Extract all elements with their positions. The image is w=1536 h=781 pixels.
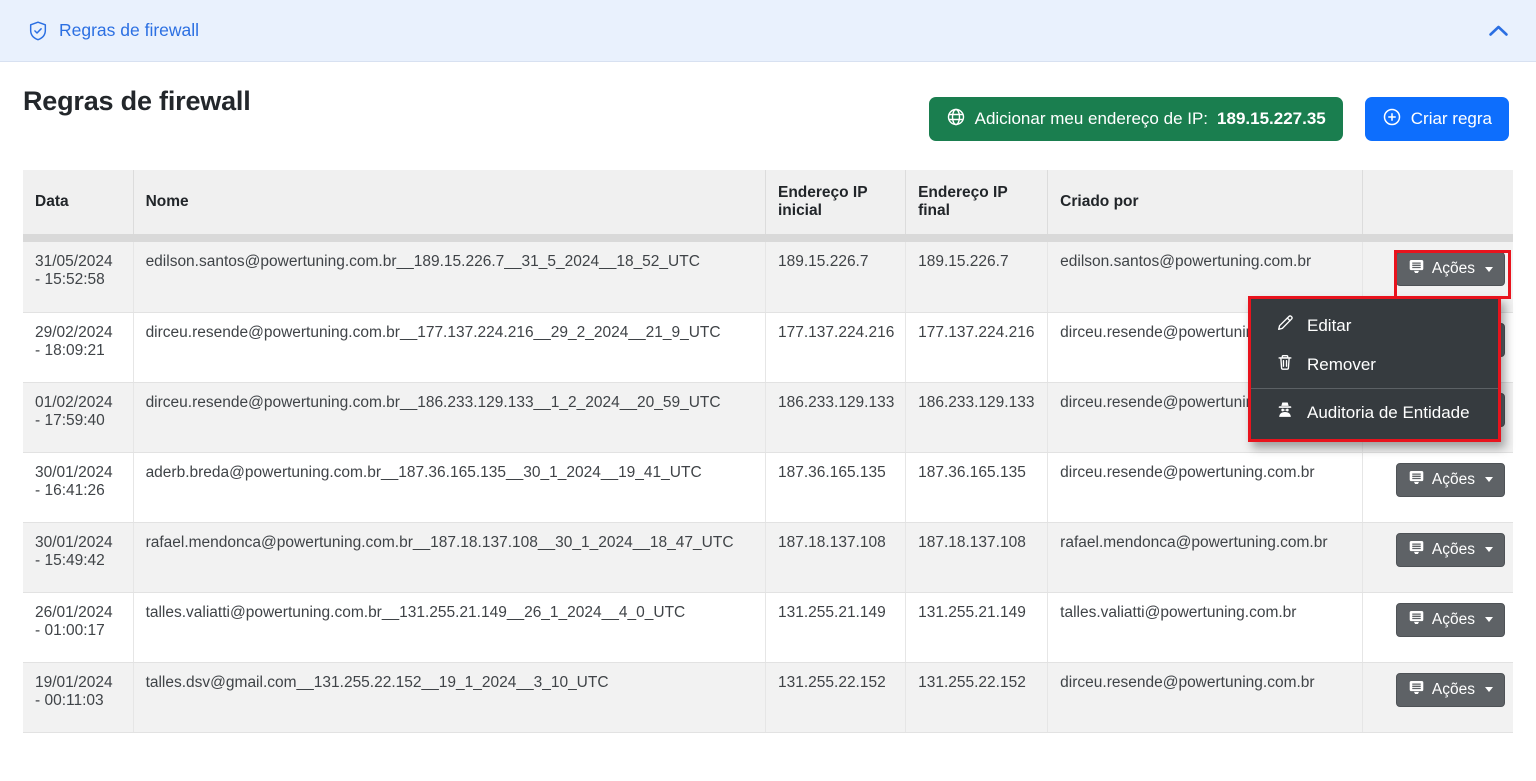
acoes-button[interactable]: Ações xyxy=(1396,673,1505,707)
caret-down-icon xyxy=(1485,477,1493,482)
cell-ip-inicial: 131.255.22.152 xyxy=(765,662,905,732)
cell-ip-final: 187.18.137.108 xyxy=(906,522,1048,592)
cell-ip-inicial: 186.233.129.133 xyxy=(765,382,905,452)
cell-data: 30/01/2024 - 15:49:42 xyxy=(23,522,133,592)
cell-nome: edilson.santos@powertuning.com.br__189.1… xyxy=(133,242,765,312)
firewall-rules-collapse-header[interactable]: Regras de firewall xyxy=(0,0,1536,62)
cell-ip-final: 187.36.165.135 xyxy=(906,452,1048,522)
cell-acoes: Ações xyxy=(1363,522,1513,592)
collapse-header-title: Regras de firewall xyxy=(59,20,199,41)
cell-data: 31/05/2024 - 15:52:58 xyxy=(23,242,133,312)
toolbar: Adicionar meu endereço de IP: 189.15.227… xyxy=(929,97,1509,141)
cell-criado-por: dirceu.resende@powertuning.com.br xyxy=(1048,662,1363,732)
col-header-ip-final: Endereço IP final xyxy=(906,170,1048,234)
acoes-button[interactable]: Ações xyxy=(1396,463,1505,497)
caret-down-icon xyxy=(1485,617,1493,622)
cell-nome: dirceu.resende@powertuning.com.br__186.2… xyxy=(133,382,765,452)
cell-ip-inicial: 131.255.21.149 xyxy=(765,592,905,662)
cell-ip-final: 189.15.226.7 xyxy=(906,242,1048,312)
cell-criado-por: rafael.mendonca@powertuning.com.br xyxy=(1048,522,1363,592)
dropdown-item-editar[interactable]: Editar xyxy=(1251,306,1498,345)
cell-ip-final: 186.233.129.133 xyxy=(906,382,1048,452)
pencil-icon xyxy=(1276,314,1294,337)
dropdown-item-auditoria[interactable]: Auditoria de Entidade xyxy=(1251,393,1498,432)
actions-list-icon xyxy=(1408,609,1425,631)
create-rule-button[interactable]: Criar regra xyxy=(1365,97,1509,141)
chevron-up-icon[interactable] xyxy=(1488,24,1509,37)
actions-list-icon xyxy=(1408,679,1425,701)
table-row: 19/01/2024 - 00:11:03 talles.dsv@gmail.c… xyxy=(23,662,1513,732)
cell-criado-por: talles.valiatti@powertuning.com.br xyxy=(1048,592,1363,662)
dropdown-item-label: Editar xyxy=(1307,316,1351,336)
dropdown-item-label: Remover xyxy=(1307,355,1376,375)
cell-nome: aderb.breda@powertuning.com.br__187.36.1… xyxy=(133,452,765,522)
cell-ip-final: 177.137.224.216 xyxy=(906,312,1048,382)
dropdown-item-remover[interactable]: Remover xyxy=(1251,345,1498,384)
header-divider-row xyxy=(23,234,1513,242)
cell-nome: talles.valiatti@powertuning.com.br__131.… xyxy=(133,592,765,662)
cell-ip-inicial: 177.137.224.216 xyxy=(765,312,905,382)
user-secret-icon xyxy=(1276,401,1294,424)
table-row: 30/01/2024 - 16:41:26 aderb.breda@powert… xyxy=(23,452,1513,522)
dropdown-item-label: Auditoria de Entidade xyxy=(1307,403,1470,423)
cell-nome: dirceu.resende@powertuning.com.br__177.1… xyxy=(133,312,765,382)
cell-data: 30/01/2024 - 16:41:26 xyxy=(23,452,133,522)
globe-icon xyxy=(946,107,966,132)
cell-ip-final: 131.255.22.152 xyxy=(906,662,1048,732)
acoes-button-label: Ações xyxy=(1432,611,1475,629)
add-my-ip-value: 189.15.227.35 xyxy=(1217,109,1326,129)
cell-data: 01/02/2024 - 17:59:40 xyxy=(23,382,133,452)
cell-acoes: Ações xyxy=(1363,662,1513,732)
cell-data: 19/01/2024 - 00:11:03 xyxy=(23,662,133,732)
acoes-button-label: Ações xyxy=(1432,260,1475,278)
acoes-button-label: Ações xyxy=(1432,471,1475,489)
firewall-rules-table: Data Nome Endereço IP inicial Endereço I… xyxy=(23,170,1513,733)
create-rule-label: Criar regra xyxy=(1411,109,1492,129)
cell-acoes: Ações xyxy=(1363,452,1513,522)
cell-nome: talles.dsv@gmail.com__131.255.22.152__19… xyxy=(133,662,765,732)
caret-down-icon xyxy=(1485,687,1493,692)
actions-list-icon xyxy=(1408,469,1425,491)
caret-down-icon xyxy=(1485,547,1493,552)
firewall-rules-page: Regras de firewall Regras de firewall Ad… xyxy=(0,0,1536,781)
cell-ip-inicial: 189.15.226.7 xyxy=(765,242,905,312)
col-header-acoes xyxy=(1363,170,1513,234)
cell-nome: rafael.mendonca@powertuning.com.br__187.… xyxy=(133,522,765,592)
caret-down-icon xyxy=(1485,267,1493,272)
col-header-ip-inicial: Endereço IP inicial xyxy=(765,170,905,234)
table-row: 26/01/2024 - 01:00:17 talles.valiatti@po… xyxy=(23,592,1513,662)
table-header: Data Nome Endereço IP inicial Endereço I… xyxy=(23,170,1513,234)
col-header-nome: Nome xyxy=(133,170,765,234)
trash-icon xyxy=(1276,353,1294,376)
cell-data: 26/01/2024 - 01:00:17 xyxy=(23,592,133,662)
acoes-button[interactable]: Ações xyxy=(1396,252,1505,286)
add-my-ip-label: Adicionar meu endereço de IP: xyxy=(975,109,1208,129)
cell-criado-por: dirceu.resende@powertuning.com.br xyxy=(1048,452,1363,522)
cell-ip-final: 131.255.21.149 xyxy=(906,592,1048,662)
acoes-button-label: Ações xyxy=(1432,681,1475,699)
acoes-button[interactable]: Ações xyxy=(1396,533,1505,567)
cell-ip-inicial: 187.18.137.108 xyxy=(765,522,905,592)
acoes-dropdown-menu: Editar Remover xyxy=(1248,296,1501,442)
dropdown-separator xyxy=(1251,388,1498,389)
cell-acoes: Ações xyxy=(1363,592,1513,662)
cell-ip-inicial: 187.36.165.135 xyxy=(765,452,905,522)
actions-list-icon xyxy=(1408,258,1425,280)
col-header-criado-por: Criado por xyxy=(1048,170,1363,234)
plus-circle-icon xyxy=(1382,107,1402,132)
actions-list-icon xyxy=(1408,539,1425,561)
add-my-ip-button[interactable]: Adicionar meu endereço de IP: 189.15.227… xyxy=(929,97,1343,141)
acoes-button[interactable]: Ações xyxy=(1396,603,1505,637)
table-row: 30/01/2024 - 15:49:42 rafael.mendonca@po… xyxy=(23,522,1513,592)
col-header-data: Data xyxy=(23,170,133,234)
cell-data: 29/02/2024 - 18:09:21 xyxy=(23,312,133,382)
shield-check-icon xyxy=(27,20,49,42)
acoes-button-label: Ações xyxy=(1432,541,1475,559)
